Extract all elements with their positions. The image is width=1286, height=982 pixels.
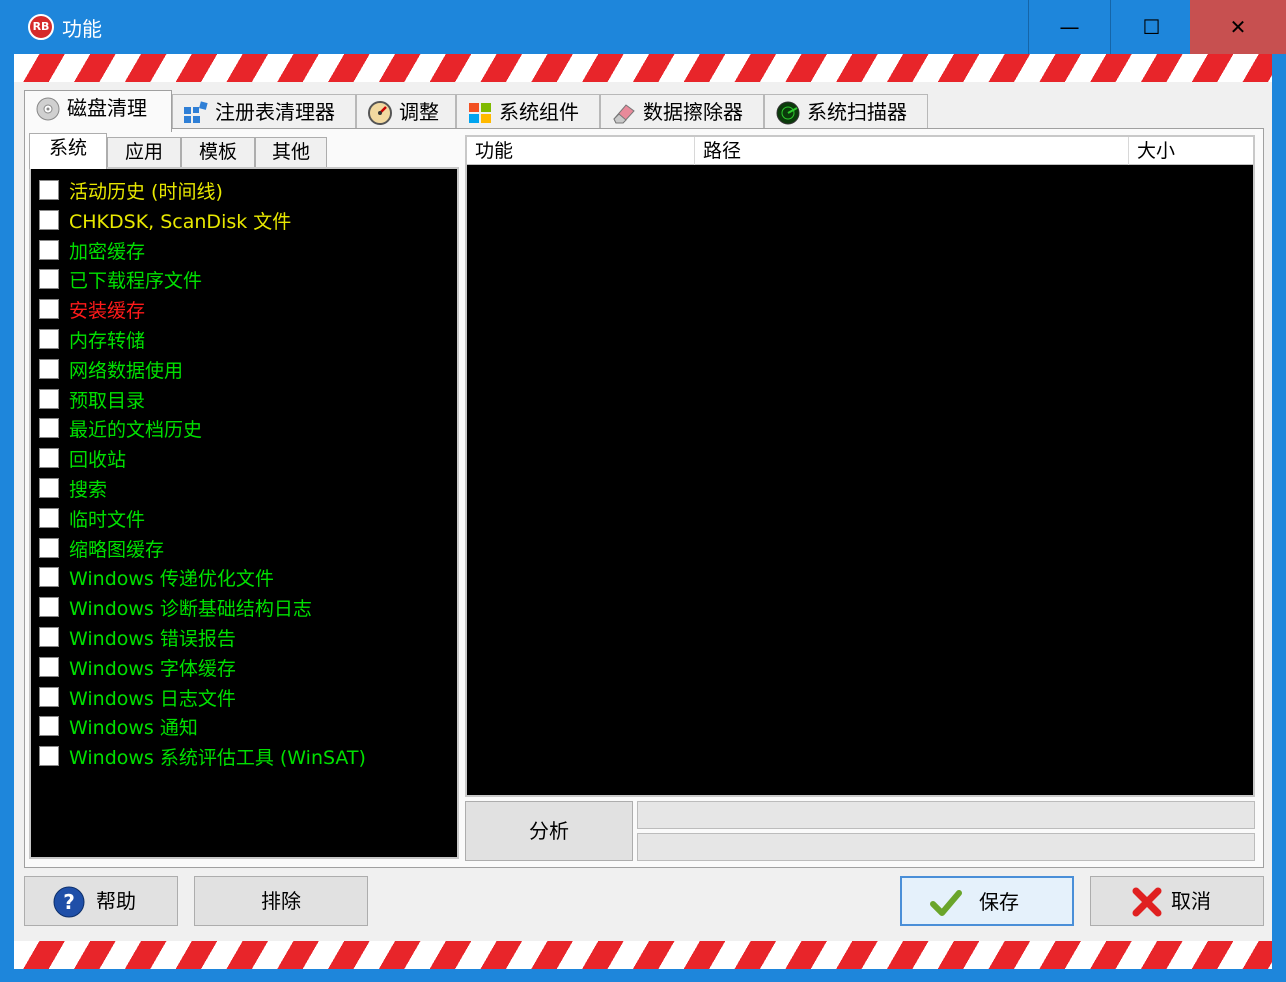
item-checkbox[interactable]: [39, 627, 59, 647]
item-checkbox[interactable]: [39, 239, 59, 260]
progress-bar-secondary: [637, 833, 1255, 861]
eraser-icon: [613, 104, 635, 124]
item-label: 已下载程序文件: [69, 270, 203, 293]
tab-system-components[interactable]: 系统组件: [456, 94, 600, 130]
item-checkbox[interactable]: [39, 746, 59, 767]
item-label: CHKDSK, ScanDisk 文件: [69, 210, 292, 233]
item-checkbox[interactable]: [39, 269, 59, 290]
item-checkbox[interactable]: [39, 358, 59, 379]
item-label: 安装缓存: [69, 300, 146, 323]
dialog-body: 磁盘清理 注册表清理器 调整 系统组件 数据擦除器 系统扫描器 系统 应用 模板…: [14, 82, 1272, 941]
warning-stripe-top: [14, 54, 1272, 82]
results-list[interactable]: 功能 路径 大小: [465, 135, 1255, 797]
tab-system-scanner[interactable]: 系统扫描器: [764, 94, 928, 130]
item-label: 预取目录: [69, 389, 146, 412]
column-size[interactable]: 大小: [1129, 137, 1251, 165]
cancel-button[interactable]: 取消: [1090, 876, 1264, 926]
item-checkbox[interactable]: [39, 716, 59, 737]
help-button[interactable]: ? 帮助: [24, 876, 178, 926]
item-label: 搜索: [69, 479, 108, 501]
item-label: Windows 错误报告: [69, 628, 236, 650]
tab-panel: 系统 应用 模板 其他 活动历史 (时间线) CHKDSK, ScanDisk 文…: [24, 128, 1264, 868]
analyze-button[interactable]: 分析: [465, 801, 633, 861]
gauge-icon: [368, 101, 392, 125]
item-label: 最近的文档历史: [69, 419, 203, 442]
item-checkbox[interactable]: [39, 448, 59, 469]
checkmark-icon: [930, 890, 962, 916]
subtab-templates[interactable]: 模板: [181, 137, 255, 167]
item-label: 回收站: [69, 449, 127, 472]
maximize-button[interactable]: ☐: [1110, 0, 1192, 54]
tab-label: 磁盘清理: [67, 96, 147, 120]
column-path[interactable]: 路径: [695, 137, 1129, 165]
item-checkbox[interactable]: [39, 478, 59, 498]
item-label: Windows 通知: [69, 717, 198, 740]
item-label: 加密缓存: [69, 240, 146, 263]
subtab-system[interactable]: 系统: [29, 133, 107, 169]
item-label: 网络数据使用: [69, 359, 184, 382]
item-label: Windows 日志文件: [69, 687, 236, 710]
warning-stripe-bottom: [14, 941, 1272, 969]
item-checkbox[interactable]: [39, 329, 59, 349]
item-label: 缩略图缓存: [69, 538, 165, 561]
disk-icon: [36, 97, 60, 121]
windows-icon: [469, 103, 491, 123]
column-feature[interactable]: 功能: [467, 137, 695, 165]
item-checkbox[interactable]: [39, 299, 59, 320]
tab-label: 系统组件: [499, 100, 579, 124]
item-label: Windows 字体缓存: [69, 657, 236, 680]
item-checkbox[interactable]: [39, 388, 59, 409]
item-checkbox[interactable]: [39, 656, 59, 677]
item-checkbox[interactable]: [39, 537, 59, 558]
item-label: Windows 系统评估工具 (WinSAT): [69, 747, 366, 770]
exclude-button[interactable]: 排除: [194, 876, 368, 926]
tab-label: 数据擦除器: [643, 100, 743, 124]
tab-label: 系统扫描器: [807, 100, 907, 124]
item-checkbox[interactable]: [39, 507, 59, 528]
svg-text:?: ?: [63, 890, 75, 914]
registry-icon: [184, 101, 208, 123]
subtab-apps[interactable]: 应用: [107, 137, 181, 167]
radar-icon: [776, 101, 800, 125]
help-icon: ?: [53, 886, 85, 918]
item-label: 活动历史 (时间线): [69, 181, 223, 203]
minimize-button[interactable]: —: [1028, 0, 1110, 54]
save-button[interactable]: 保存: [900, 876, 1074, 926]
title-bar: RB 功能 — ☐ ✕: [0, 0, 1286, 54]
results-header: 功能 路径 大小: [467, 137, 1253, 165]
exclude-label: 排除: [261, 889, 301, 913]
save-label: 保存: [979, 890, 1019, 914]
tab-registry-cleaner[interactable]: 注册表清理器: [172, 94, 356, 130]
tab-label: 调整: [399, 100, 439, 124]
window: RB 功能 — ☐ ✕ 磁盘清理 注册表清理器 调整 系统组件 数据擦除器 系统…: [0, 0, 1286, 982]
window-title: 功能: [62, 17, 102, 41]
tab-tweaks[interactable]: 调整: [356, 94, 456, 130]
item-label: Windows 诊断基础结构日志: [69, 598, 312, 621]
item-label: 内存转储: [69, 330, 146, 352]
item-checkbox[interactable]: [39, 209, 59, 230]
item-checkbox[interactable]: [39, 686, 59, 707]
tab-disk-cleanup[interactable]: 磁盘清理: [24, 90, 172, 132]
tab-label: 注册表清理器: [215, 100, 335, 124]
tab-data-wiper[interactable]: 数据擦除器: [600, 94, 764, 130]
close-button[interactable]: ✕: [1190, 0, 1286, 54]
item-label: 临时文件: [69, 508, 146, 531]
app-logo-icon: RB: [28, 14, 54, 40]
progress-bar-primary: [637, 801, 1255, 829]
item-checkbox[interactable]: [39, 418, 59, 439]
item-checkbox[interactable]: [39, 180, 59, 200]
item-label: Windows 传递优化文件: [69, 568, 274, 591]
cleanup-item-list[interactable]: 活动历史 (时间线) CHKDSK, ScanDisk 文件 加密缓存已下载程序文件…: [29, 167, 459, 859]
item-checkbox[interactable]: [39, 597, 59, 618]
item-checkbox[interactable]: [39, 567, 59, 588]
cancel-x-icon: [1132, 887, 1162, 917]
subtab-other[interactable]: 其他: [255, 137, 327, 167]
